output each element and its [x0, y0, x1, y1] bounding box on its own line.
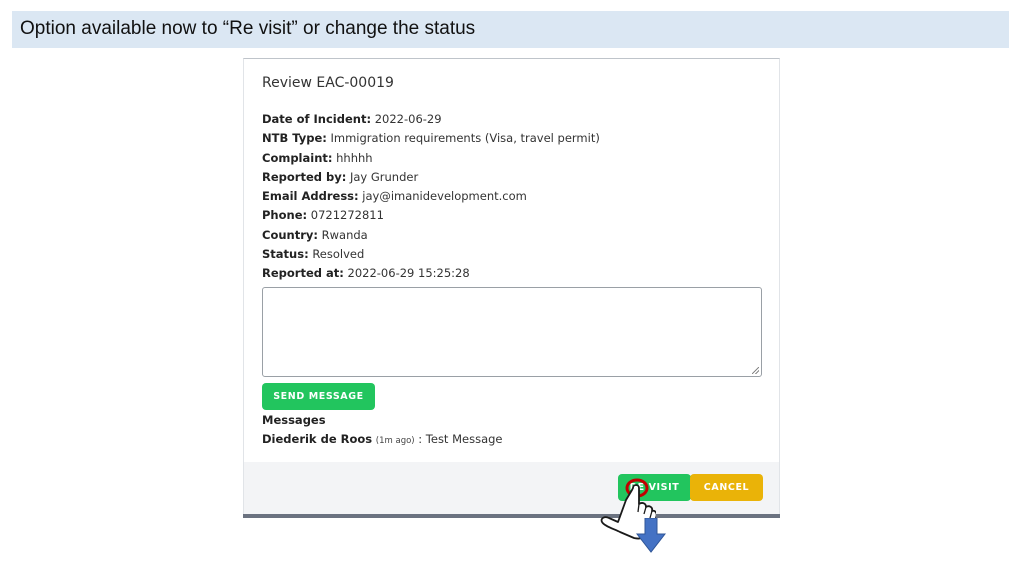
- message-separator: :: [418, 432, 423, 446]
- detail-complaint: Complaint: hhhhh: [262, 149, 600, 168]
- detail-status: Status: Resolved: [262, 245, 600, 264]
- detail-value: Rwanda: [321, 227, 368, 242]
- cancel-button[interactable]: CANCEL: [690, 474, 763, 501]
- detail-reported-by: Reported by: Jay Grunder: [262, 168, 600, 187]
- detail-label: Email Address:: [262, 189, 359, 204]
- detail-label: Reported by:: [262, 169, 347, 184]
- message-text: Test Message: [425, 432, 503, 446]
- detail-value: hhhhh: [336, 150, 373, 165]
- message-item: Diederik de Roos (1m ago) : Test Message: [262, 432, 503, 446]
- message-textarea[interactable]: [262, 287, 762, 377]
- detail-phone: Phone: 0721272811: [262, 206, 600, 225]
- resize-handle-icon[interactable]: [752, 367, 759, 374]
- detail-country: Country: Rwanda: [262, 226, 600, 245]
- detail-label: Complaint:: [262, 150, 333, 165]
- message-author: Diederik de Roos: [262, 432, 373, 446]
- detail-value: Jay Grunder: [349, 169, 419, 184]
- detail-value: Immigration requirements (Visa, travel p…: [330, 131, 600, 146]
- slide-banner: Option available now to “Re visit” or ch…: [12, 11, 1009, 48]
- review-modal: Review EAC-00019 Date of Incident: 2022-…: [243, 58, 780, 516]
- detail-value: 2022-06-29: [374, 112, 442, 126]
- detail-label: NTB Type:: [262, 131, 327, 146]
- message-time: (1m ago): [375, 436, 415, 446]
- detail-value: 0721272811: [310, 208, 384, 223]
- detail-email: Email Address: jay@imanidevelopment.com: [262, 187, 600, 206]
- detail-reported-at: Reported at: 2022-06-29 15:25:28: [262, 264, 600, 283]
- modal-title: Review EAC-00019: [262, 75, 394, 91]
- detail-date: Date of Incident: 2022-06-29: [262, 110, 600, 129]
- detail-value: jay@imanidevelopment.com: [362, 189, 527, 204]
- incident-details: Date of Incident: 2022-06-29 NTB Type: I…: [262, 110, 600, 284]
- detail-value: 2022-06-29 15:25:28: [347, 266, 470, 281]
- arrow-down-icon: [636, 518, 666, 553]
- banner-title: Option available now to “Re visit” or ch…: [20, 18, 476, 39]
- modal-bottom-bar: [243, 514, 780, 518]
- detail-label: Status:: [262, 247, 309, 262]
- messages-heading: Messages: [262, 413, 326, 427]
- modal-footer: RE VISIT CANCEL: [244, 462, 779, 515]
- detail-label: Reported at:: [262, 266, 344, 281]
- detail-label: Phone:: [262, 208, 308, 223]
- detail-ntb-type: NTB Type: Immigration requirements (Visa…: [262, 129, 600, 148]
- detail-label: Country:: [262, 227, 318, 242]
- detail-label: Date of Incident:: [262, 112, 372, 126]
- detail-value: Resolved: [312, 247, 365, 262]
- send-message-button[interactable]: SEND MESSAGE: [262, 383, 375, 410]
